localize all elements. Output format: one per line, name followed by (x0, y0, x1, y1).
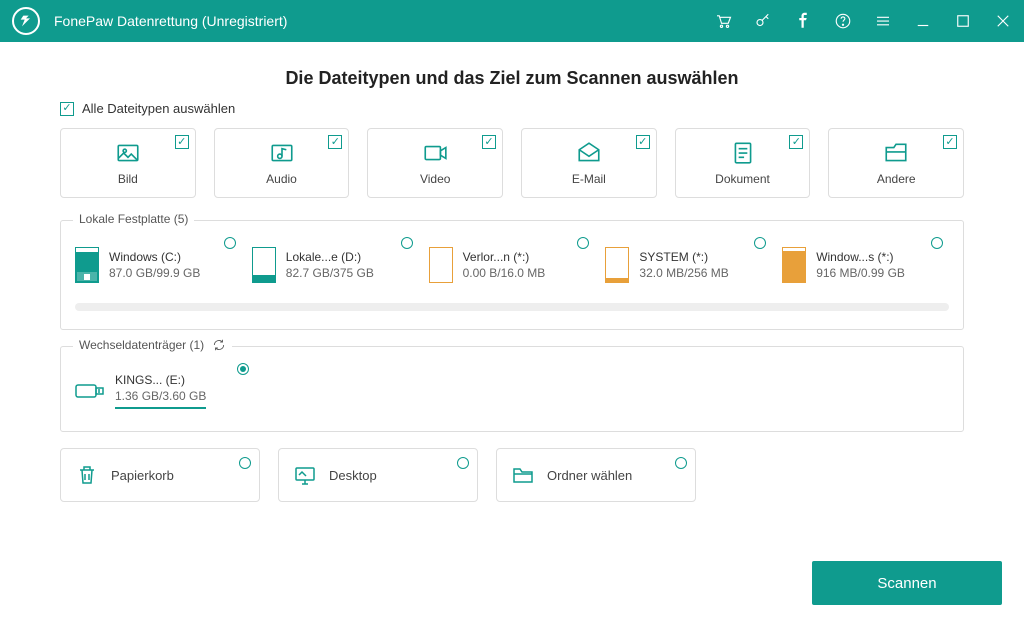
drive-name: Window...s (*:) (816, 250, 905, 264)
desktop-icon (293, 463, 317, 487)
type-other-label: Andere (877, 172, 916, 186)
usb-icon (75, 376, 105, 406)
removable-drives-legend: Wechseldatenträger (1) (73, 338, 232, 352)
drive-name: Lokale...e (D:) (286, 250, 374, 264)
type-audio-label: Audio (266, 172, 297, 186)
type-email-checkbox[interactable] (636, 135, 650, 149)
drive-local-0[interactable]: Windows (C:) 87.0 GB/99.9 GB (75, 243, 242, 287)
type-video-checkbox[interactable] (482, 135, 496, 149)
drive-local-4[interactable]: Window...s (*:) 916 MB/0.99 GB (782, 243, 949, 287)
other-icon (883, 140, 909, 166)
drive-local-2[interactable]: Verlor...n (*:) 0.00 B/16.0 MB (429, 243, 596, 287)
local-drives-legend-text: Lokale Festplatte (5) (79, 212, 188, 226)
drive-local-4-radio[interactable] (931, 237, 943, 249)
removable-drives-row: KINGS... (E:) 1.36 GB/3.60 GB (75, 369, 949, 413)
local-drives-section: Lokale Festplatte (5) Windows (C:)87.0 G… (60, 220, 964, 330)
type-email-label: E-Mail (572, 172, 606, 186)
trash-icon (75, 463, 99, 487)
local-drives-legend: Lokale Festplatte (5) (73, 212, 194, 226)
drive-name: SYSTEM (*:) (639, 250, 728, 264)
local-drives-row: Windows (C:) 87.0 GB/99.9 GB Lokale...e (D… (75, 243, 949, 287)
type-document[interactable]: Dokument (675, 128, 811, 198)
location-folder-label: Ordner wählen (547, 468, 632, 483)
video-icon (422, 140, 448, 166)
maximize-icon[interactable] (954, 12, 972, 30)
type-other-checkbox[interactable] (943, 135, 957, 149)
drive-name: Windows (C:) (109, 250, 200, 264)
location-recycle-label: Papierkorb (111, 468, 174, 483)
drive-local-2-radio[interactable] (577, 237, 589, 249)
type-video-label: Video (420, 172, 450, 186)
local-scrollbar[interactable] (75, 303, 949, 311)
drive-local-1[interactable]: Lokale...e (D:) 82.7 GB/375 GB (252, 243, 419, 287)
audio-icon (269, 140, 295, 166)
location-choose-folder[interactable]: Ordner wählen (496, 448, 696, 502)
drive-removable-0-radio[interactable] (237, 363, 249, 375)
document-icon (730, 140, 756, 166)
close-icon[interactable] (994, 12, 1012, 30)
drive-bar-icon (429, 247, 453, 283)
drive-bar-icon (605, 247, 629, 283)
drive-local-1-radio[interactable] (401, 237, 413, 249)
type-document-label: Dokument (715, 172, 770, 186)
location-desktop-radio[interactable] (457, 457, 469, 469)
drive-local-3-radio[interactable] (754, 237, 766, 249)
type-email[interactable]: E-Mail (521, 128, 657, 198)
drive-size: 916 MB/0.99 GB (816, 266, 905, 280)
drive-name: Verlor...n (*:) (463, 250, 546, 264)
drive-bar-icon (75, 247, 99, 283)
titlebar-actions (714, 12, 1012, 30)
minimize-icon[interactable] (914, 12, 932, 30)
select-all-row: Alle Dateitypen auswählen (60, 101, 964, 116)
drive-removable-0[interactable]: KINGS... (E:) 1.36 GB/3.60 GB (75, 369, 255, 413)
type-image[interactable]: Bild (60, 128, 196, 198)
removable-drives-section: Wechseldatenträger (1) KINGS... (E:)1.36… (60, 346, 964, 432)
location-folder-radio[interactable] (675, 457, 687, 469)
page-heading: Die Dateitypen und das Ziel zum Scannen … (0, 42, 1024, 101)
image-icon (115, 140, 141, 166)
select-all-checkbox[interactable] (60, 102, 74, 116)
drive-size: 0.00 B/16.0 MB (463, 266, 546, 280)
type-audio-checkbox[interactable] (328, 135, 342, 149)
location-recycle-bin[interactable]: Papierkorb (60, 448, 260, 502)
type-document-checkbox[interactable] (789, 135, 803, 149)
help-icon[interactable] (834, 12, 852, 30)
drive-size: 32.0 MB/256 MB (639, 266, 728, 280)
drive-local-0-radio[interactable] (224, 237, 236, 249)
drive-size: 1.36 GB/3.60 GB (115, 389, 206, 403)
select-all-label: Alle Dateitypen auswählen (82, 101, 235, 116)
drive-size: 82.7 GB/375 GB (286, 266, 374, 280)
folder-icon (511, 463, 535, 487)
drive-local-3[interactable]: SYSTEM (*:) 32.0 MB/256 MB (605, 243, 772, 287)
scan-button[interactable]: Scannen (812, 561, 1002, 605)
drive-name: KINGS... (E:) (115, 373, 206, 387)
location-desktop[interactable]: Desktop (278, 448, 478, 502)
type-image-label: Bild (118, 172, 138, 186)
type-audio[interactable]: Audio (214, 128, 350, 198)
app-title: FonePaw Datenrettung (Unregistriert) (54, 13, 287, 29)
filetype-row: Bild Audio Video E-Mail Dokument Andere (60, 128, 964, 198)
location-recycle-radio[interactable] (239, 457, 251, 469)
email-icon (576, 140, 602, 166)
type-video[interactable]: Video (367, 128, 503, 198)
type-other[interactable]: Andere (828, 128, 964, 198)
removable-drives-legend-text: Wechseldatenträger (1) (79, 338, 204, 352)
drive-bar-icon (782, 247, 806, 283)
menu-icon[interactable] (874, 12, 892, 30)
drive-size: 87.0 GB/99.9 GB (109, 266, 200, 280)
type-image-checkbox[interactable] (175, 135, 189, 149)
refresh-icon[interactable] (212, 338, 226, 352)
app-logo (12, 7, 40, 35)
cart-icon[interactable] (714, 12, 732, 30)
facebook-icon[interactable] (794, 12, 812, 30)
drive-bar-icon (252, 247, 276, 283)
location-desktop-label: Desktop (329, 468, 377, 483)
location-row: Papierkorb Desktop Ordner wählen (60, 448, 964, 502)
key-icon[interactable] (754, 12, 772, 30)
titlebar: FonePaw Datenrettung (Unregistriert) (0, 0, 1024, 42)
